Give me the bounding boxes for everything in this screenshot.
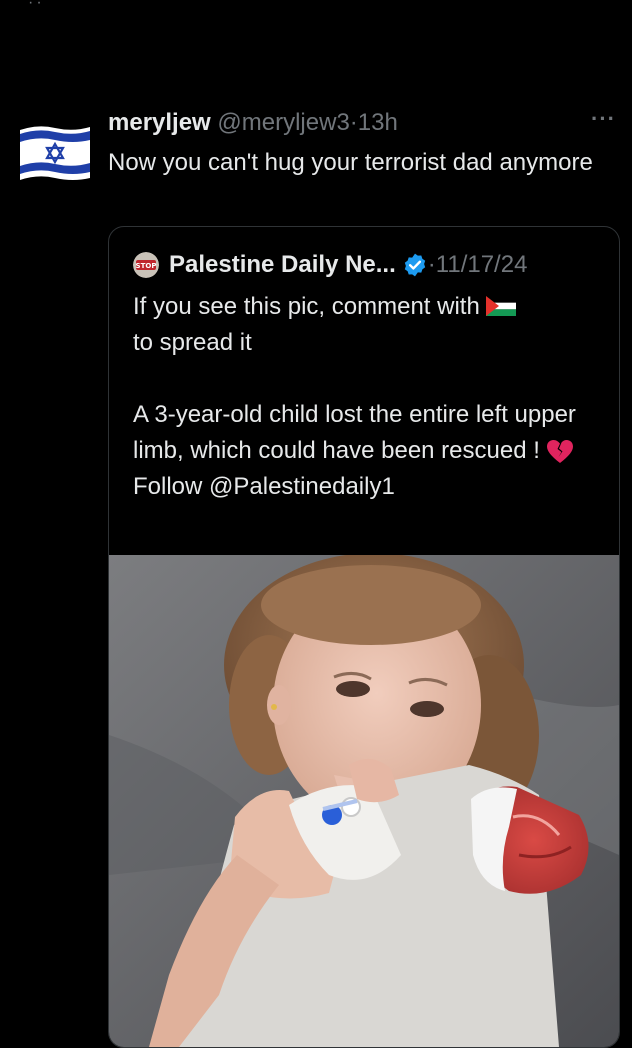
quote-line2: to spread it	[133, 329, 252, 356]
tweet-header: meryljew @meryljew3·13h	[108, 108, 398, 138]
quote-display-name[interactable]: Palestine Daily Ne...	[169, 251, 396, 279]
tweet-text: Now you can't hug your terrorist dad any…	[108, 149, 593, 176]
quote-follow: Follow @Palestinedaily1	[133, 473, 395, 500]
quote-line1-text: If you see this pic, comment with	[133, 293, 480, 320]
quoted-tweet[interactable]: STOP Palestine Daily Ne... · 11/17/24 If…	[108, 226, 620, 1048]
quote-paragraph2-text: A 3-year-old child lost the entire left …	[133, 401, 576, 464]
photo-child-icon[interactable]	[109, 555, 619, 1047]
tweet[interactable]: meryljew @meryljew3·13h ··· Now you can'…	[0, 100, 632, 1048]
israel-flag-icon	[20, 126, 90, 180]
broken-heart-icon	[546, 439, 573, 463]
avatar[interactable]	[18, 122, 92, 184]
top-dots: ··	[28, 0, 45, 11]
quote-avatar-text: STOP	[136, 262, 157, 270]
verified-badge-icon	[404, 253, 425, 277]
handle[interactable]: @meryljew3	[217, 109, 349, 136]
palestine-flag-icon	[485, 295, 516, 316]
more-options-button[interactable]: ···	[591, 106, 616, 132]
quote-header: STOP Palestine Daily Ne... · 11/17/24	[133, 251, 527, 279]
quote-line1: If you see this pic, comment with	[133, 289, 603, 325]
quote-avatar[interactable]: STOP	[133, 252, 159, 278]
display-name[interactable]: meryljew	[108, 109, 211, 136]
quote-paragraph2: A 3-year-old child lost the entire left …	[133, 397, 603, 469]
quote-date[interactable]: 11/17/24	[436, 251, 528, 279]
quote-text: If you see this pic, comment with to spr…	[133, 289, 603, 505]
timestamp[interactable]: 13h	[358, 109, 398, 136]
separator: ·	[349, 109, 358, 136]
quote-separator: ·	[427, 251, 436, 278]
